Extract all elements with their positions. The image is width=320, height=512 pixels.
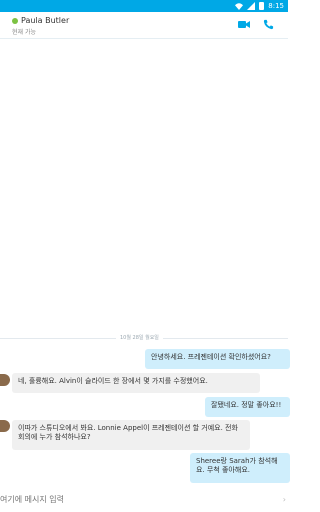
send-icon[interactable]: ›	[283, 495, 286, 504]
message-composer: ›	[0, 486, 288, 512]
message-input[interactable]	[0, 490, 260, 508]
phone-call-icon[interactable]	[263, 19, 274, 30]
message-outgoing[interactable]: 잘됐네요. 정말 좋아요!!	[205, 397, 290, 417]
wifi-icon	[235, 3, 244, 10]
message-outgoing[interactable]: 안녕하세요. 프레젠테이션 확인하셨어요?	[145, 349, 290, 369]
message-outgoing[interactable]: Sheree랑 Sarah가 참석해요. 무척 좋아해요.	[190, 453, 290, 483]
message-incoming[interactable]: 이따가 스튜디오에서 봐요. Lonnie Appel이 프레젠테이션 할 거예…	[12, 420, 250, 450]
contact-name[interactable]: Paula Butler	[21, 16, 69, 25]
conversation-header[interactable]: Paula Butler 현재 가능	[0, 12, 288, 39]
clock: 8:15	[268, 2, 284, 10]
presence-indicator	[12, 18, 18, 24]
contact-status: 현재 가능	[12, 29, 36, 36]
avatar	[0, 374, 10, 386]
status-bar: 8:15	[0, 0, 288, 12]
battery-icon	[259, 2, 265, 10]
date-label: 10월 28일 월요일	[116, 334, 163, 341]
status-icons: 8:15	[235, 0, 284, 12]
video-call-icon[interactable]	[238, 20, 250, 29]
avatar	[0, 420, 10, 432]
message-incoming[interactable]: 네, 훌륭해요. Alvin이 슬라이드 한 장에서 몇 가지를 수정했어요.	[12, 373, 260, 393]
signal-icon	[247, 2, 256, 10]
